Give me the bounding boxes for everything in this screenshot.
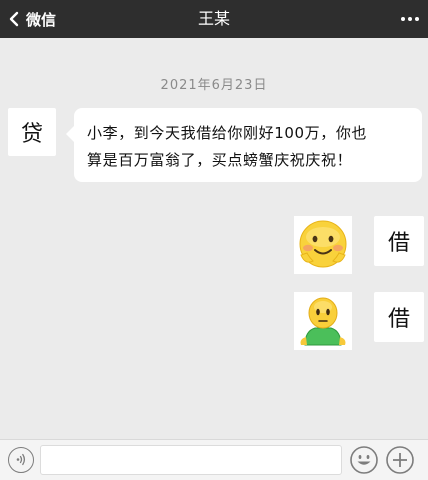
sender-avatar[interactable]: 贷 — [8, 108, 56, 156]
more-dots-icon[interactable] — [398, 9, 422, 29]
plus-icon — [386, 446, 414, 474]
voice-icon — [16, 453, 26, 466]
voice-button[interactable] — [8, 447, 34, 473]
plus-button[interactable] — [385, 445, 415, 475]
blushing-smile-face-icon — [299, 220, 347, 268]
emoji-icon — [350, 446, 378, 474]
chat-title: 王某 — [197, 9, 230, 28]
message-line: 小李，到今天我借给你刚好100万，你也 — [87, 124, 368, 142]
emoji-button[interactable] — [349, 445, 379, 475]
my-avatar[interactable]: 借 — [374, 292, 424, 342]
input-bar — [0, 439, 428, 480]
message-input[interactable] — [40, 445, 342, 475]
sticker-message[interactable] — [294, 292, 352, 350]
top-bar: 微信 王某 — [0, 0, 428, 38]
green-body-figure-icon — [300, 297, 346, 346]
chevron-left-icon — [9, 11, 19, 27]
my-avatar[interactable]: 借 — [374, 216, 424, 266]
back-button[interactable]: 微信 — [8, 0, 56, 38]
sticker-message[interactable] — [294, 216, 352, 274]
message-line: 算是百万富翁了，买点螃蟹庆祝庆祝！ — [87, 151, 353, 169]
timestamp: 2021年6月23日 — [160, 78, 268, 93]
message-bubble[interactable]: 小李，到今天我借给你刚好100万，你也 算是百万富翁了，买点螃蟹庆祝庆祝！ — [66, 108, 422, 182]
back-label: 微信 — [26, 10, 57, 29]
